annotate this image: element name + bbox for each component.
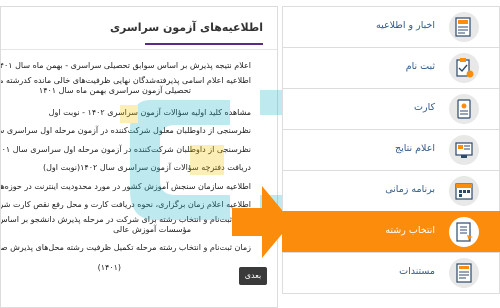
announcement-link[interactable]: اطلاعیه اعلام اسامی پذیرفته‌شدگان نهایی … (1, 76, 251, 86)
menu-item-label: اعلام نتایج (394, 143, 435, 154)
announcement-link-continued[interactable]: تحصیلی آزمون سراسری بهمن ماه سال ۱۴۰۱ (39, 86, 191, 96)
menu-item-label: اخبار و اطلاعیه (376, 20, 435, 31)
announcement-link[interactable]: مشاهده کلید اولیه سؤالات آزمون سراسری ۱۴… (1, 104, 251, 123)
selection-icon (449, 217, 479, 247)
announcement-item[interactable]: اطلاعیه اعلام اسامی پذیرفته‌شدگان نهایی … (1, 76, 271, 104)
announcements-panel: اطلاعیه‌های آزمون سراسری اعلام نتیجه پذی… (0, 6, 278, 308)
menu-item-label: ثبت نام (405, 61, 435, 72)
calendar-icon (449, 176, 479, 206)
menu-item-selection[interactable]: انتخاب رشته (282, 211, 500, 253)
menu-item-schedule[interactable]: برنامه زمانی (282, 170, 500, 212)
news-icon (449, 12, 479, 42)
announcement-link[interactable]: دریافت دفترچه سؤالات آزمون سراسری سال ۱۴… (1, 159, 251, 178)
menu-item-results[interactable]: اعلام نتایج (282, 129, 500, 171)
register-icon (449, 53, 479, 83)
side-menu: اخبار و اطلاعیه ثبت نام کارت اعلام نتایج… (282, 6, 500, 306)
announcement-item[interactable]: مشاهده کلید اولیه سؤالات آزمون سراسری ۱۴… (1, 104, 271, 123)
id-card-icon (449, 94, 479, 124)
next-button[interactable]: بعدی (239, 267, 267, 285)
announcement-link-continued[interactable]: (۱۴۰۱) (98, 263, 121, 273)
announcement-link[interactable]: اطلاعیه اعلام زمان برگزاری، نحوه دریافت … (1, 196, 251, 215)
announcement-link[interactable]: زمان ثبت‌نام و انتخاب رشته مرحله تکمیل ظ… (1, 243, 251, 253)
announcement-item[interactable]: دریافت دفترچه سؤالات آزمون سراسری سال ۱۴… (1, 159, 271, 178)
announcement-link[interactable]: اعلام نتیجه پذیرش بر اساس سوابق تحصیلی س… (1, 57, 251, 76)
menu-item-label: برنامه زمانی (385, 184, 435, 195)
announcement-item[interactable]: زمان ثبت‌نام و انتخاب رشته برای شرکت در … (1, 215, 271, 243)
menu-item-register[interactable]: ثبت نام (282, 47, 500, 89)
menu-item-label: کارت (414, 102, 435, 113)
announcement-link-continued[interactable]: مؤسسات آموزش عالی (113, 225, 191, 235)
announcement-item[interactable]: زمان ثبت‌نام و انتخاب رشته مرحله تکمیل ظ… (1, 243, 271, 273)
menu-item-news[interactable]: اخبار و اطلاعیه (282, 6, 500, 48)
announcement-item[interactable]: نظرسنجی از داوطلبان شرکت‌کننده در آزمون … (1, 141, 271, 160)
documents-icon (449, 258, 479, 288)
announcement-item[interactable]: نظرسنجی از داوطلبان معلول شرکت‌کننده در … (1, 122, 271, 141)
announcements-header: اطلاعیه‌های آزمون سراسری (1, 11, 277, 50)
announcements-title: اطلاعیه‌های آزمون سراسری (109, 21, 263, 34)
announcement-link[interactable]: زمان ثبت‌نام و انتخاب رشته برای شرکت در … (1, 215, 251, 225)
announcement-item[interactable]: اطلاعیه سازمان سنجش آموزش کشور در مورد م… (1, 178, 271, 197)
menu-item-label: انتخاب رشته (385, 225, 435, 236)
results-icon (449, 135, 479, 165)
menu-item-card[interactable]: کارت (282, 88, 500, 130)
announcement-link[interactable]: اطلاعیه سازمان سنجش آموزش کشور در مورد م… (1, 178, 251, 197)
title-underline (145, 43, 263, 45)
announcement-item[interactable]: اعلام نتیجه پذیرش بر اساس سوابق تحصیلی س… (1, 57, 271, 76)
menu-item-label: مستندات (399, 266, 435, 277)
announcement-link[interactable]: نظرسنجی از داوطلبان شرکت‌کننده در آزمون … (1, 141, 251, 160)
menu-item-documents[interactable]: مستندات (282, 252, 500, 294)
announcements-list: اعلام نتیجه پذیرش بر اساس سوابق تحصیلی س… (1, 57, 271, 273)
announcement-item[interactable]: اطلاعیه اعلام زمان برگزاری، نحوه دریافت … (1, 196, 271, 215)
announcement-link[interactable]: نظرسنجی از داوطلبان معلول شرکت‌کننده در … (1, 122, 251, 141)
